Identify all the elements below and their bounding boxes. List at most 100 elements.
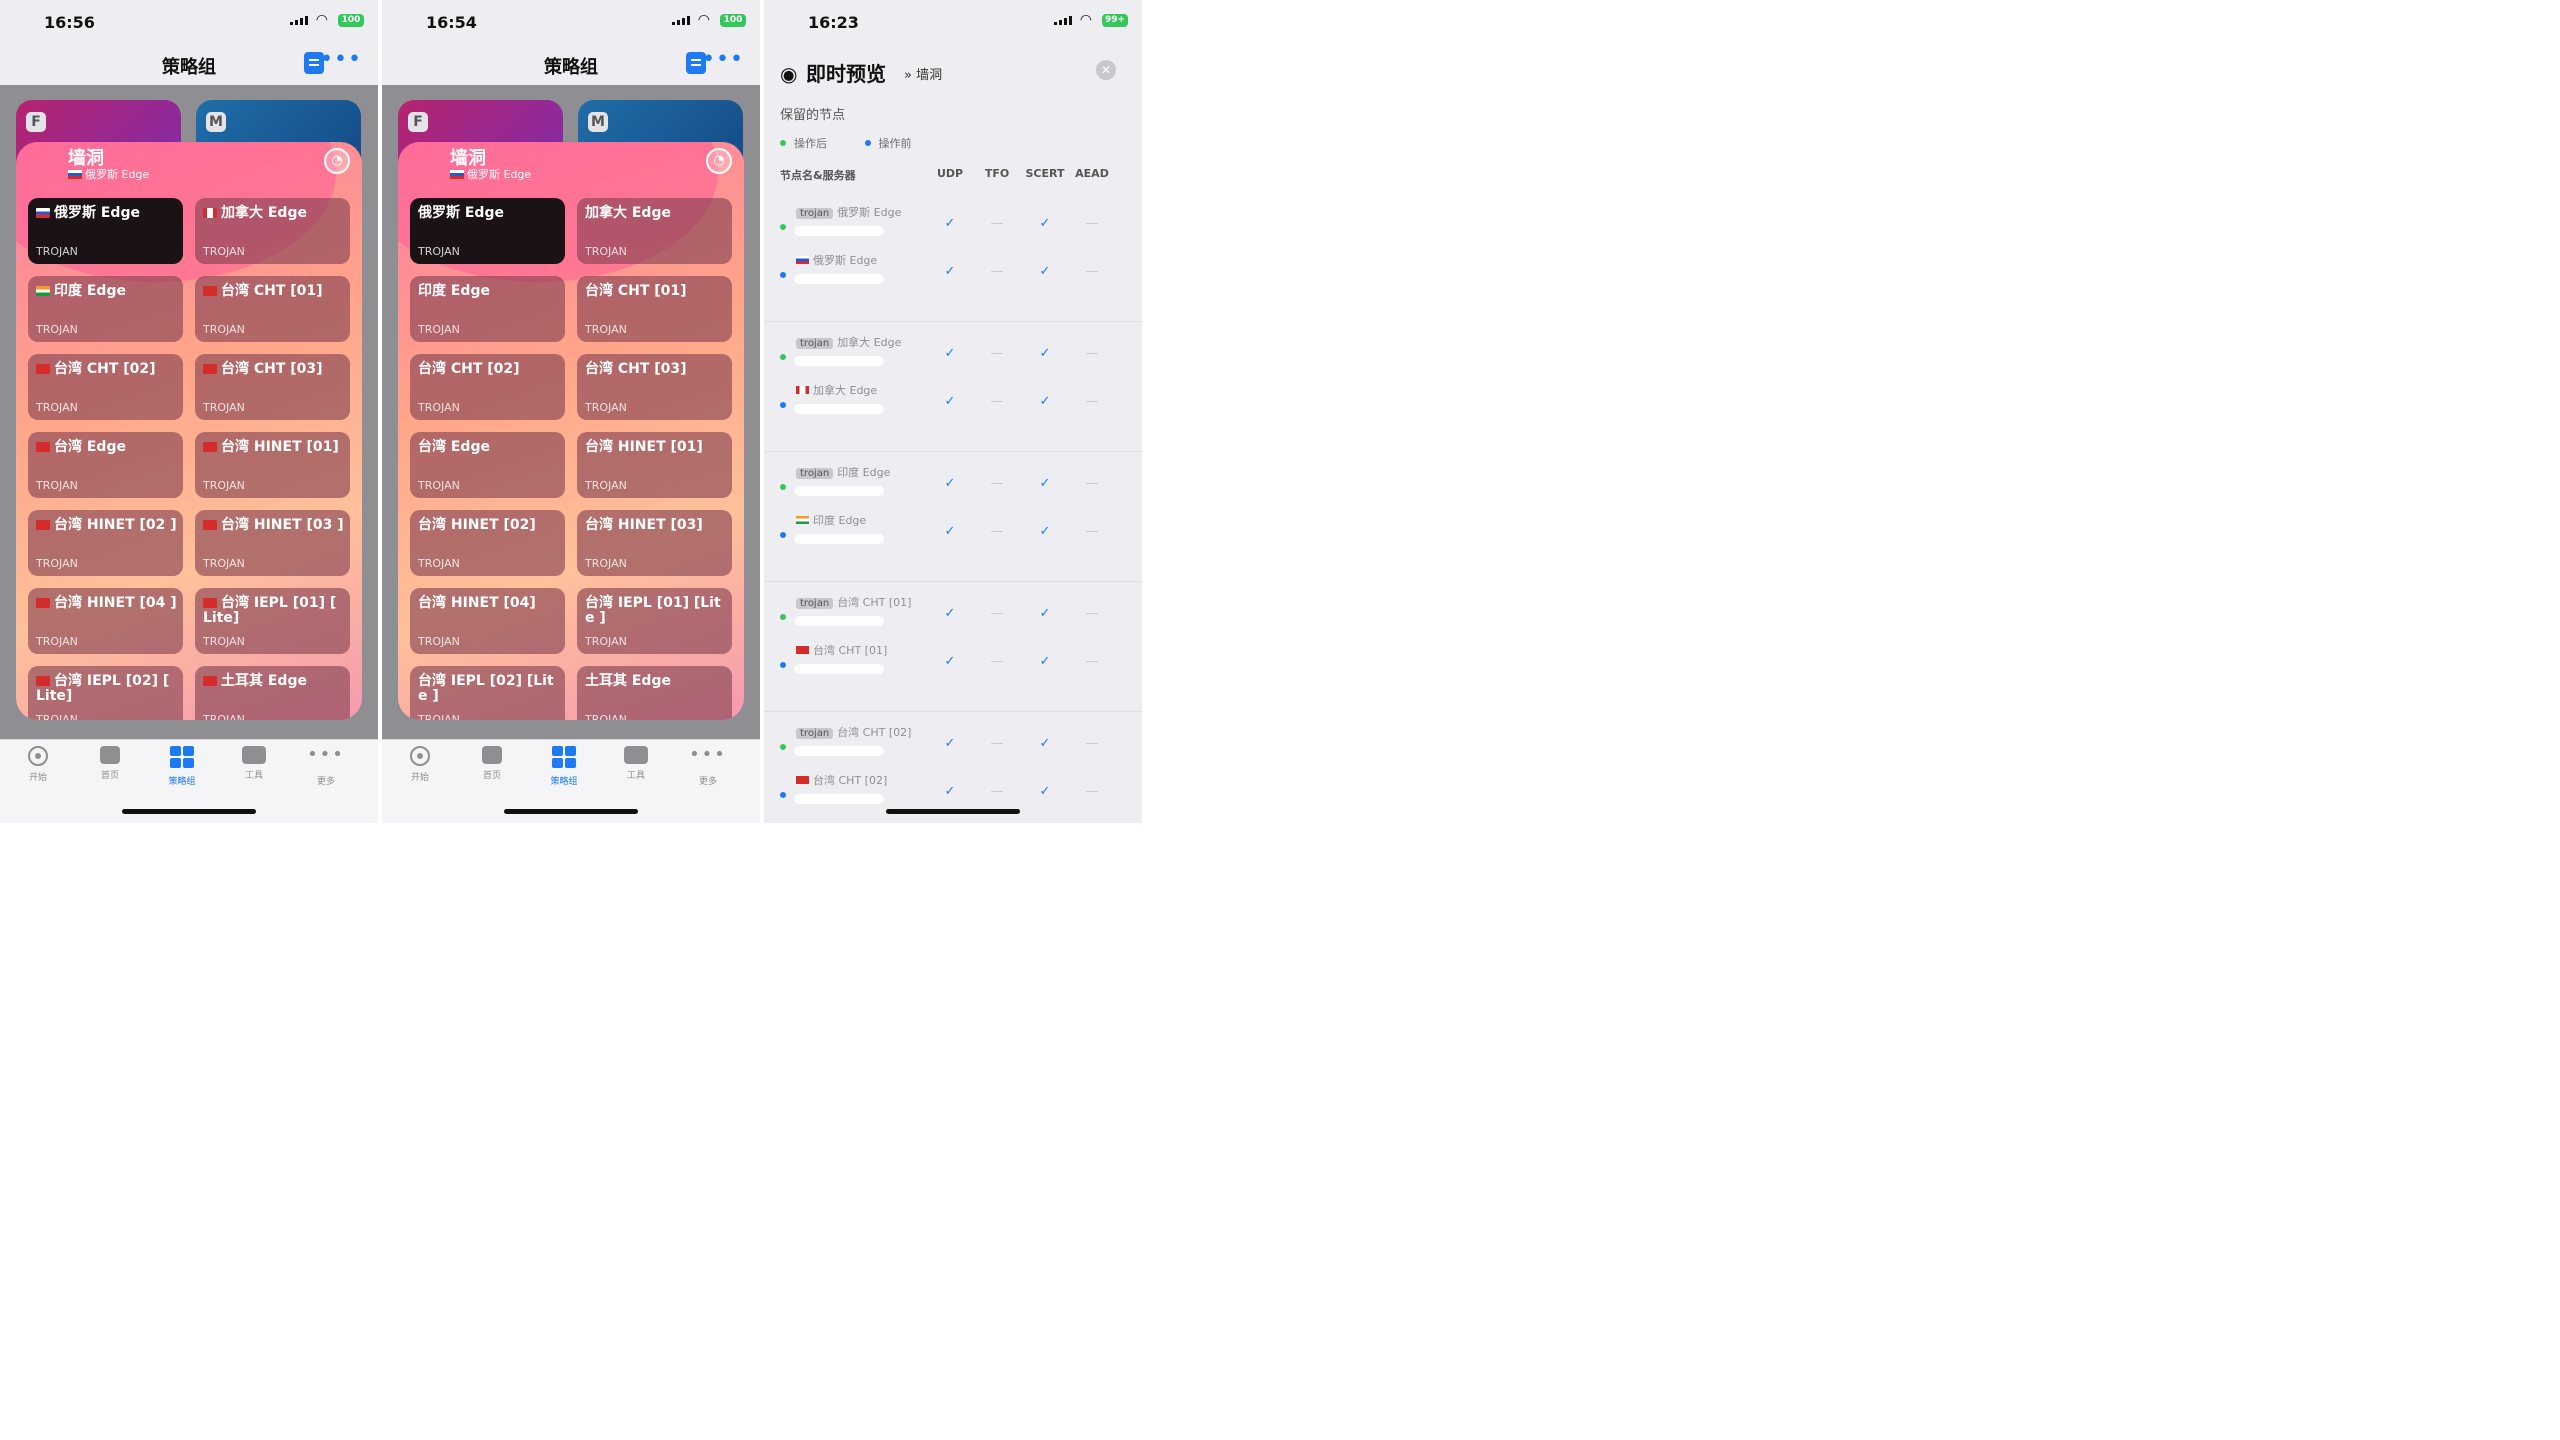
node-card[interactable]: 俄罗斯 Edge TROJAN (410, 198, 565, 264)
node-type: TROJAN (418, 557, 460, 570)
node-name: 土耳其 Edge (585, 673, 671, 689)
check-icon: ✓ (1039, 784, 1051, 799)
tab-more[interactable]: ••• 更多 (296, 744, 356, 788)
node-card[interactable]: 台湾 Edge TROJAN (28, 432, 183, 498)
node-type: TROJAN (203, 323, 245, 336)
node-card[interactable]: 台湾 Edge TROJAN (410, 432, 565, 498)
node-name: 印度 Edge (796, 512, 866, 528)
table-row[interactable]: trojan 俄罗斯 Edge ✓ — ✓ — (780, 204, 1126, 244)
node-type: TROJAN (585, 557, 627, 570)
legend: 操作后 操作前 (780, 135, 946, 151)
start-icon (410, 746, 430, 766)
dash-icon: — (1085, 524, 1099, 539)
tab-start[interactable]: 开始 (390, 746, 450, 783)
redacted-server (794, 664, 884, 674)
more-icon[interactable]: ••• (702, 47, 744, 72)
node-card[interactable]: 台湾 HINET [01] TROJAN (195, 432, 350, 498)
node-card[interactable]: 台湾 CHT [02] TROJAN (410, 354, 565, 420)
protocol-badge: trojan (796, 338, 834, 349)
more-icon[interactable]: ••• (320, 47, 362, 72)
node-name: 俄罗斯 Edge (36, 206, 177, 221)
group-selected: 俄罗斯 Edge (450, 166, 531, 182)
table-row[interactable]: 加拿大 Edge ✓ — ✓ — (780, 382, 1126, 422)
redacted-server (794, 486, 884, 496)
table-row[interactable]: 台湾 CHT [02] ✓ — ✓ — (780, 772, 1126, 812)
speed-test-icon[interactable]: ◔ (324, 148, 350, 174)
node-card[interactable]: 印度 Edge TROJAN (410, 276, 565, 342)
table-row[interactable]: trojan 台湾 CHT [02] ✓ — ✓ — (780, 724, 1126, 764)
ru-flag-icon (796, 256, 809, 264)
policy-group-icon (170, 746, 194, 770)
table-row[interactable]: 台湾 CHT [01] ✓ — ✓ — (780, 642, 1126, 682)
node-card[interactable]: 加拿大 Edge TROJAN (195, 198, 350, 264)
table-row[interactable]: trojan 台湾 CHT [01] ✓ — ✓ — (780, 594, 1126, 634)
table-row[interactable]: trojan 加拿大 Edge ✓ — ✓ — (780, 334, 1126, 374)
tab-home[interactable]: 首页 (80, 746, 140, 781)
battery-indicator: 100 (338, 14, 364, 27)
dash-icon: — (990, 606, 1004, 621)
node-card[interactable]: 台湾 HINET [04] TROJAN (410, 588, 565, 654)
node-card[interactable]: 加拿大 Edge TROJAN (577, 198, 732, 264)
dash-icon: — (990, 346, 1004, 361)
node-name: 台湾 Edge (36, 440, 177, 455)
dash-icon: — (990, 784, 1004, 799)
node-card[interactable]: 台湾 CHT [02] TROJAN (28, 354, 183, 420)
tab-start[interactable]: 开始 (8, 746, 68, 783)
node-card[interactable]: 台湾 IEPL [02] [ Lite] TROJAN (28, 666, 183, 720)
node-card[interactable]: 台湾 IEPL [02] [Lite ] TROJAN (410, 666, 565, 720)
node-card[interactable]: 台湾 IEPL [01] [Lite ] TROJAN (577, 588, 732, 654)
tab-policy-group[interactable]: 策略组 (152, 746, 212, 787)
table-row[interactable]: trojan 印度 Edge ✓ — ✓ — (780, 464, 1126, 504)
check-icon: ✓ (944, 524, 956, 539)
node-card[interactable]: 台湾 CHT [01] TROJAN (577, 276, 732, 342)
close-icon[interactable]: ✕ (1096, 60, 1116, 80)
table-row[interactable]: 印度 Edge ✓ — ✓ — (780, 512, 1126, 552)
tr-flag-icon (203, 676, 217, 686)
node-card[interactable]: 台湾 IEPL [01] [ Lite] TROJAN (195, 588, 350, 654)
russia-flag-icon (450, 170, 464, 179)
status-time: 16:54 (426, 13, 477, 32)
node-card[interactable]: 台湾 CHT [03] TROJAN (577, 354, 732, 420)
node-card[interactable]: 土耳其 Edge TROJAN (577, 666, 732, 720)
node-card[interactable]: 台湾 CHT [03] TROJAN (195, 354, 350, 420)
tab-more[interactable]: ••• 更多 (678, 746, 738, 788)
node-card[interactable]: 台湾 HINET [02 ] TROJAN (28, 510, 183, 576)
node-card[interactable]: 台湾 HINET [02] TROJAN (410, 510, 565, 576)
redacted-server (794, 404, 884, 414)
node-card[interactable]: 台湾 HINET [03 ] TROJAN (195, 510, 350, 576)
screen-policy-groups-1: 16:56 ◠ 100 策略组 ••• F M 墙洞 俄罗斯 Edge ◔ 俄罗斯 Edge TROJ… (0, 0, 378, 823)
node-card[interactable]: 土耳其 Edge TROJAN (195, 666, 350, 720)
protocol-badge: trojan (796, 468, 834, 479)
breadcrumb[interactable]: » 墙洞 (904, 64, 942, 83)
tab-policy-group[interactable]: 策略组 (534, 746, 594, 787)
more-icon: ••• (307, 744, 345, 765)
node-card[interactable]: 俄罗斯 Edge TROJAN (28, 198, 183, 264)
node-type: TROJAN (203, 557, 245, 570)
node-name: 台湾 HINET [03 ] (203, 518, 344, 533)
node-card[interactable]: 台湾 CHT [01] TROJAN (195, 276, 350, 342)
node-name: 台湾 HINET [02] (418, 517, 536, 533)
node-group: trojan 印度 Edge ✓ — ✓ — 印度 Edge ✓ — ✓ — (764, 452, 1142, 582)
tab-home[interactable]: 首页 (462, 746, 522, 781)
node-type: TROJAN (36, 557, 78, 570)
node-card[interactable]: 台湾 HINET [03] TROJAN (577, 510, 732, 576)
node-card[interactable]: 台湾 HINET [01] TROJAN (577, 432, 732, 498)
speed-test-icon[interactable]: ◔ (706, 148, 732, 174)
legend-before: 操作前 (864, 137, 912, 150)
tw-flag-icon (36, 520, 50, 530)
after-dot-icon (780, 614, 786, 620)
node-type: TROJAN (36, 245, 78, 258)
node-card[interactable]: 台湾 HINET [04 ] TROJAN (28, 588, 183, 654)
home-indicator (504, 809, 638, 814)
tab-tools[interactable]: 工具 (224, 746, 284, 781)
node-name: trojan 加拿大 Edge (796, 334, 901, 350)
node-card[interactable]: 印度 Edge TROJAN (28, 276, 183, 342)
node-type: TROJAN (585, 323, 627, 336)
table-row[interactable]: 俄罗斯 Edge ✓ — ✓ — (780, 252, 1126, 292)
tab-tools[interactable]: 工具 (606, 746, 666, 781)
dash-icon: — (1085, 736, 1099, 751)
node-name: 台湾 CHT [01] (585, 283, 687, 299)
node-grid: 俄罗斯 Edge TROJAN 加拿大 Edge TROJAN 印度 Edge TROJA… (410, 198, 732, 720)
node-name: 台湾 HINET [03] (585, 517, 703, 533)
dash-icon: — (990, 524, 1004, 539)
